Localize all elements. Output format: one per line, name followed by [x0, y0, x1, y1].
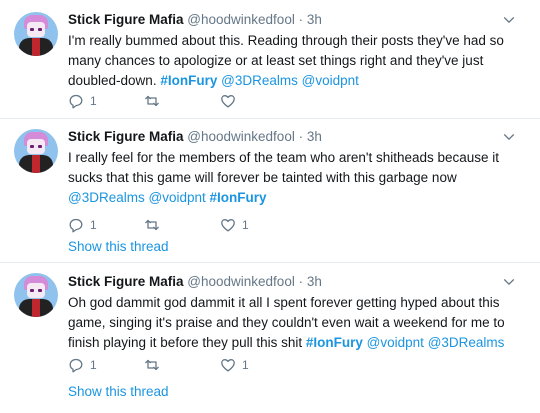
separator: ·: [298, 129, 304, 144]
retweet-button[interactable]: [144, 217, 220, 233]
reply-count: 1: [90, 218, 97, 232]
reply-count: 1: [90, 94, 97, 108]
tweet-actions: 1 1: [68, 355, 280, 375]
mention-link[interactable]: @voidpnt: [302, 73, 359, 88]
tweet-text-segment: I really feel for the members of the tea…: [68, 150, 500, 185]
timestamp[interactable]: 3h: [307, 274, 322, 289]
chevron-down-icon[interactable]: [502, 275, 516, 289]
tweet-text: Oh god dammit god dammit it all I spent …: [68, 293, 520, 353]
separator: ·: [298, 12, 304, 27]
like-count: 1: [242, 218, 249, 232]
tweet-actions: 1: [68, 91, 280, 111]
like-count: 1: [242, 358, 249, 372]
tweet[interactable]: Stick Figure Mafia @hoodwinkedfool · 3h …: [0, 119, 540, 263]
timestamp[interactable]: 3h: [307, 129, 322, 144]
mention-link[interactable]: @voidpnt: [367, 335, 424, 350]
user-handle[interactable]: @hoodwinkedfool: [187, 12, 295, 27]
user-handle[interactable]: @hoodwinkedfool: [187, 274, 295, 289]
mention-link[interactable]: @3DRealms: [68, 190, 145, 205]
reply-button[interactable]: 1: [68, 217, 144, 233]
tweet-actions: 1 1: [68, 215, 280, 235]
mention-link[interactable]: @voidpnt: [149, 190, 206, 205]
avatar[interactable]: [14, 273, 58, 317]
separator: ·: [298, 274, 304, 289]
retweet-icon: [145, 95, 159, 107]
reply-button[interactable]: 1: [68, 93, 144, 109]
hashtag-link[interactable]: #IonFury: [306, 335, 363, 350]
reply-count: 1: [90, 358, 97, 372]
tweet-text: I'm really bummed about this. Reading th…: [68, 31, 520, 91]
tweet-header: Stick Figure Mafia @hoodwinkedfool · 3h: [68, 272, 520, 292]
user-handle[interactable]: @hoodwinkedfool: [187, 129, 295, 144]
heart-icon: [221, 219, 235, 232]
tweet[interactable]: Stick Figure Mafia @hoodwinkedfool · 3h …: [0, 263, 540, 413]
retweet-button[interactable]: [144, 93, 220, 109]
hashtag-link[interactable]: #IonFury: [160, 73, 217, 88]
hashtag-link[interactable]: #IonFury: [210, 190, 267, 205]
reply-icon: [69, 358, 83, 373]
tweet-feed: Stick Figure Mafia @hoodwinkedfool · 3h …: [0, 0, 540, 413]
retweet-button[interactable]: [144, 357, 220, 373]
reply-icon: [69, 218, 83, 233]
mention-link[interactable]: @3DRealms: [221, 73, 298, 88]
retweet-icon: [145, 219, 159, 231]
tweet[interactable]: Stick Figure Mafia @hoodwinkedfool · 3h …: [0, 0, 540, 119]
like-button[interactable]: [220, 93, 280, 109]
show-thread-link[interactable]: Show this thread: [68, 384, 169, 399]
avatar[interactable]: [14, 129, 58, 173]
display-name[interactable]: Stick Figure Mafia: [68, 274, 184, 289]
display-name[interactable]: Stick Figure Mafia: [68, 12, 184, 27]
tweet-text: I really feel for the members of the tea…: [68, 148, 520, 208]
avatar[interactable]: [14, 12, 58, 56]
tweet-header: Stick Figure Mafia @hoodwinkedfool · 3h: [68, 127, 520, 147]
like-button[interactable]: 1: [220, 217, 280, 233]
heart-icon: [221, 359, 235, 372]
reply-button[interactable]: 1: [68, 357, 144, 373]
display-name[interactable]: Stick Figure Mafia: [68, 129, 184, 144]
chevron-down-icon[interactable]: [502, 13, 516, 27]
reply-icon: [69, 94, 83, 109]
show-thread-link[interactable]: Show this thread: [68, 239, 169, 254]
retweet-icon: [145, 359, 159, 371]
timestamp[interactable]: 3h: [307, 12, 322, 27]
chevron-down-icon[interactable]: [502, 130, 516, 144]
heart-icon: [221, 95, 235, 108]
tweet-header: Stick Figure Mafia @hoodwinkedfool · 3h: [68, 10, 520, 30]
mention-link[interactable]: @3DRealms: [428, 335, 505, 350]
like-button[interactable]: 1: [220, 357, 280, 373]
